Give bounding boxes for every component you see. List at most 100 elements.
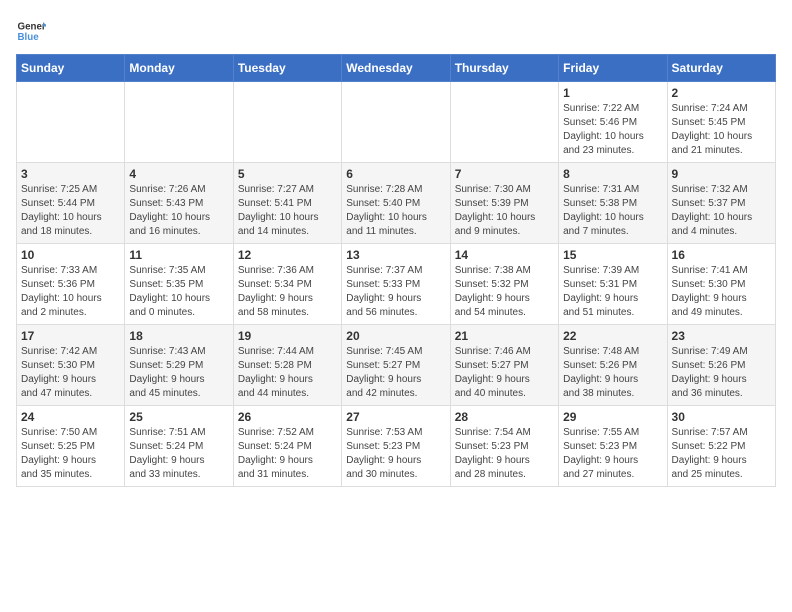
day-number: 3 xyxy=(21,167,120,181)
day-number: 9 xyxy=(672,167,771,181)
day-cell: 21 Sunrise: 7:46 AM Sunset: 5:27 PM Dayli… xyxy=(450,325,558,406)
day-cell: 24 Sunrise: 7:50 AM Sunset: 5:25 PM Dayli… xyxy=(17,406,125,487)
column-header-wednesday: Wednesday xyxy=(342,55,450,82)
column-header-saturday: Saturday xyxy=(667,55,775,82)
day-cell: 11 Sunrise: 7:35 AM Sunset: 5:35 PM Dayli… xyxy=(125,244,233,325)
day-cell: 12Sunrise: 7:36 AM Sunset: 5:34 PM Dayli… xyxy=(233,244,341,325)
day-info: Sunrise: 7:48 AM Sunset: 5:26 PM Dayligh… xyxy=(563,345,662,401)
day-cell: 28 Sunrise: 7:54 AM Sunset: 5:23 PM Dayli… xyxy=(450,406,558,487)
day-cell: 4Sunrise: 7:26 AM Sunset: 5:43 PM Daylig… xyxy=(125,163,233,244)
day-cell: 17 Sunrise: 7:42 AM Sunset: 5:30 PM Dayli… xyxy=(17,325,125,406)
day-info: Sunrise: 7:28 AM Sunset: 5:40 PM Dayligh… xyxy=(346,183,445,239)
day-cell: 3 Sunrise: 7:25 AM Sunset: 5:44 PM Daylig… xyxy=(17,163,125,244)
day-cell xyxy=(450,82,558,163)
day-info: Sunrise: 7:32 AM Sunset: 5:37 PM Dayligh… xyxy=(672,183,771,239)
week-row-2: 3 Sunrise: 7:25 AM Sunset: 5:44 PM Daylig… xyxy=(17,163,776,244)
svg-text:General: General xyxy=(18,22,47,33)
day-info: Sunrise: 7:24 AM Sunset: 5:45 PM Dayligh… xyxy=(672,102,771,158)
day-number: 27 xyxy=(346,410,445,424)
day-cell: 25 Sunrise: 7:51 AM Sunset: 5:24 PM Dayli… xyxy=(125,406,233,487)
day-info: Sunrise: 7:27 AM Sunset: 5:41 PM Dayligh… xyxy=(238,183,337,239)
day-cell: 9 Sunrise: 7:32 AM Sunset: 5:37 PM Daylig… xyxy=(667,163,775,244)
logo-icon: General Blue xyxy=(16,16,46,46)
day-info: Sunrise: 7:33 AM Sunset: 5:36 PM Dayligh… xyxy=(21,264,120,320)
day-cell xyxy=(125,82,233,163)
column-header-monday: Monday xyxy=(125,55,233,82)
day-number: 25 xyxy=(129,410,228,424)
day-cell xyxy=(17,82,125,163)
day-number: 28 xyxy=(455,410,554,424)
day-info: Sunrise: 7:42 AM Sunset: 5:30 PM Dayligh… xyxy=(21,345,120,401)
column-header-tuesday: Tuesday xyxy=(233,55,341,82)
day-number: 16 xyxy=(672,248,771,262)
day-cell: 22 Sunrise: 7:48 AM Sunset: 5:26 PM Dayli… xyxy=(559,325,667,406)
week-row-5: 24 Sunrise: 7:50 AM Sunset: 5:25 PM Dayli… xyxy=(17,406,776,487)
day-info: Sunrise: 7:26 AM Sunset: 5:43 PM Dayligh… xyxy=(129,183,228,239)
day-number: 14 xyxy=(455,248,554,262)
day-cell: 2 Sunrise: 7:24 AM Sunset: 5:45 PM Daylig… xyxy=(667,82,775,163)
day-number: 2 xyxy=(672,86,771,100)
day-cell: 26 Sunrise: 7:52 AM Sunset: 5:24 PM Dayli… xyxy=(233,406,341,487)
day-cell: 23 Sunrise: 7:49 AM Sunset: 5:26 PM Dayli… xyxy=(667,325,775,406)
day-number: 13 xyxy=(346,248,445,262)
day-number: 11 xyxy=(129,248,228,262)
day-number: 5 xyxy=(238,167,337,181)
day-info: Sunrise: 7:46 AM Sunset: 5:27 PM Dayligh… xyxy=(455,345,554,401)
day-cell: 6 Sunrise: 7:28 AM Sunset: 5:40 PM Daylig… xyxy=(342,163,450,244)
day-info: Sunrise: 7:50 AM Sunset: 5:25 PM Dayligh… xyxy=(21,426,120,482)
day-info: Sunrise: 7:43 AM Sunset: 5:29 PM Dayligh… xyxy=(129,345,228,401)
day-info: Sunrise: 7:38 AM Sunset: 5:32 PM Dayligh… xyxy=(455,264,554,320)
column-header-friday: Friday xyxy=(559,55,667,82)
day-cell: 5 Sunrise: 7:27 AM Sunset: 5:41 PM Daylig… xyxy=(233,163,341,244)
day-cell: 19 Sunrise: 7:44 AM Sunset: 5:28 PM Dayli… xyxy=(233,325,341,406)
day-info: Sunrise: 7:54 AM Sunset: 5:23 PM Dayligh… xyxy=(455,426,554,482)
day-number: 23 xyxy=(672,329,771,343)
day-info: Sunrise: 7:39 AM Sunset: 5:31 PM Dayligh… xyxy=(563,264,662,320)
day-cell: 27Sunrise: 7:53 AM Sunset: 5:23 PM Dayli… xyxy=(342,406,450,487)
day-number: 24 xyxy=(21,410,120,424)
day-number: 20 xyxy=(346,329,445,343)
day-info: Sunrise: 7:44 AM Sunset: 5:28 PM Dayligh… xyxy=(238,345,337,401)
day-cell: 8 Sunrise: 7:31 AM Sunset: 5:38 PM Daylig… xyxy=(559,163,667,244)
day-number: 17 xyxy=(21,329,120,343)
column-header-sunday: Sunday xyxy=(17,55,125,82)
day-info: Sunrise: 7:52 AM Sunset: 5:24 PM Dayligh… xyxy=(238,426,337,482)
day-cell xyxy=(233,82,341,163)
day-info: Sunrise: 7:41 AM Sunset: 5:30 PM Dayligh… xyxy=(672,264,771,320)
day-info: Sunrise: 7:31 AM Sunset: 5:38 PM Dayligh… xyxy=(563,183,662,239)
day-info: Sunrise: 7:30 AM Sunset: 5:39 PM Dayligh… xyxy=(455,183,554,239)
day-number: 8 xyxy=(563,167,662,181)
day-info: Sunrise: 7:36 AM Sunset: 5:34 PM Dayligh… xyxy=(238,264,337,320)
day-number: 21 xyxy=(455,329,554,343)
day-info: Sunrise: 7:25 AM Sunset: 5:44 PM Dayligh… xyxy=(21,183,120,239)
day-cell: 29 Sunrise: 7:55 AM Sunset: 5:23 PM Dayli… xyxy=(559,406,667,487)
day-info: Sunrise: 7:35 AM Sunset: 5:35 PM Dayligh… xyxy=(129,264,228,320)
day-cell: 15 Sunrise: 7:39 AM Sunset: 5:31 PM Dayli… xyxy=(559,244,667,325)
day-info: Sunrise: 7:51 AM Sunset: 5:24 PM Dayligh… xyxy=(129,426,228,482)
day-number: 19 xyxy=(238,329,337,343)
day-cell: 30 Sunrise: 7:57 AM Sunset: 5:22 PM Dayli… xyxy=(667,406,775,487)
day-info: Sunrise: 7:57 AM Sunset: 5:22 PM Dayligh… xyxy=(672,426,771,482)
header-row: SundayMondayTuesdayWednesdayThursdayFrid… xyxy=(17,55,776,82)
page-header: General Blue xyxy=(16,16,776,46)
day-info: Sunrise: 7:55 AM Sunset: 5:23 PM Dayligh… xyxy=(563,426,662,482)
day-cell: 14 Sunrise: 7:38 AM Sunset: 5:32 PM Dayli… xyxy=(450,244,558,325)
week-row-1: 1Sunrise: 7:22 AM Sunset: 5:46 PM Daylig… xyxy=(17,82,776,163)
logo: General Blue xyxy=(16,16,50,46)
week-row-4: 17 Sunrise: 7:42 AM Sunset: 5:30 PM Dayli… xyxy=(17,325,776,406)
day-number: 15 xyxy=(563,248,662,262)
day-number: 29 xyxy=(563,410,662,424)
day-info: Sunrise: 7:49 AM Sunset: 5:26 PM Dayligh… xyxy=(672,345,771,401)
day-info: Sunrise: 7:45 AM Sunset: 5:27 PM Dayligh… xyxy=(346,345,445,401)
day-cell: 7Sunrise: 7:30 AM Sunset: 5:39 PM Daylig… xyxy=(450,163,558,244)
day-cell: 16 Sunrise: 7:41 AM Sunset: 5:30 PM Dayli… xyxy=(667,244,775,325)
day-number: 1 xyxy=(563,86,662,100)
day-number: 26 xyxy=(238,410,337,424)
day-cell: 13Sunrise: 7:37 AM Sunset: 5:33 PM Dayli… xyxy=(342,244,450,325)
day-number: 30 xyxy=(672,410,771,424)
day-cell: 1Sunrise: 7:22 AM Sunset: 5:46 PM Daylig… xyxy=(559,82,667,163)
day-number: 22 xyxy=(563,329,662,343)
column-header-thursday: Thursday xyxy=(450,55,558,82)
day-number: 6 xyxy=(346,167,445,181)
day-number: 18 xyxy=(129,329,228,343)
